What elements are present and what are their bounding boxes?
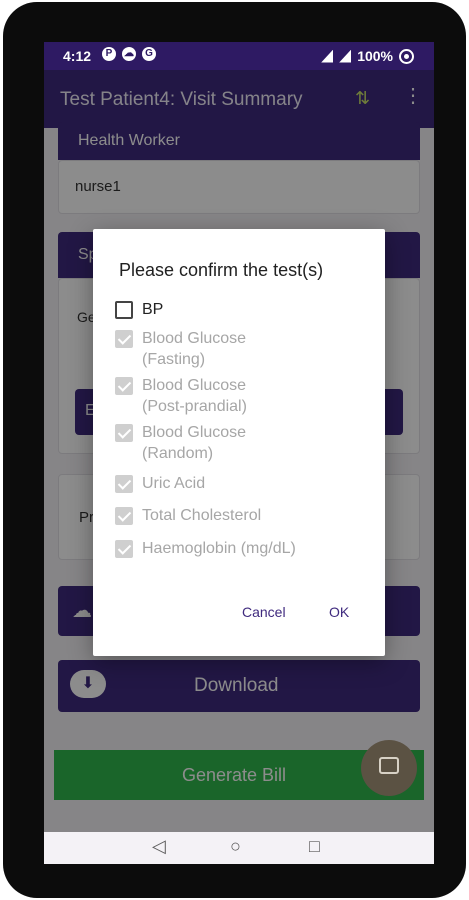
option-blood-glucose-post-prandial: Blood Glucose (Post-prandial) — [115, 375, 247, 417]
back-icon[interactable]: ◁ — [152, 836, 166, 857]
option-bp[interactable]: BP — [115, 299, 163, 320]
option-total-cholesterol: Total Cholesterol — [115, 505, 261, 526]
option-label: Haemoglobin (mg/dL) — [142, 540, 296, 557]
option-blood-glucose-fasting: Blood Glucose (Fasting) — [115, 328, 246, 370]
checkbox — [115, 475, 133, 493]
option-label: Blood Glucose (Post-prandial) — [142, 377, 247, 415]
status-right: 100% — [321, 48, 414, 64]
confirm-tests-dialog: Please confirm the test(s) BP Blood Gluc… — [93, 229, 385, 656]
status-time: 4:12 — [63, 48, 92, 64]
checkbox — [115, 377, 133, 395]
option-label: BP — [142, 301, 164, 318]
option-label: Total Cholesterol — [142, 507, 262, 524]
cloud-icon: ☁ — [122, 47, 136, 61]
checkbox[interactable] — [115, 301, 133, 319]
ok-button[interactable]: OK — [329, 604, 349, 620]
checkbox — [115, 424, 133, 442]
option-blood-glucose-random: Blood Glucose (Random) — [115, 422, 246, 464]
notification-icons: P ☁ G — [102, 47, 156, 61]
google-icon: G — [142, 47, 156, 61]
option-label: Blood Glucose (Fasting) — [142, 330, 247, 368]
status-bar: 4:12 P ☁ G 100% — [44, 42, 434, 70]
checkbox — [115, 330, 133, 348]
battery-icon — [399, 48, 414, 64]
recents-icon[interactable]: □ — [309, 836, 320, 857]
checkbox — [115, 540, 133, 558]
signal-icon — [321, 49, 334, 63]
cancel-button[interactable]: Cancel — [242, 604, 286, 620]
option-label: Blood Glucose (Random) — [142, 424, 247, 462]
option-label: Uric Acid — [142, 475, 206, 492]
option-uric-acid: Uric Acid — [115, 473, 205, 494]
screen: 4:12 P ☁ G 100% Test Patient4: Visit Sum… — [44, 42, 434, 864]
notification-icon: P — [102, 47, 116, 61]
option-haemoglobin: Haemoglobin (mg/dL) — [115, 538, 296, 559]
system-nav-bar: ◁ ○ □ — [44, 832, 434, 864]
chat-icon — [379, 757, 399, 774]
home-icon[interactable]: ○ — [230, 836, 241, 857]
phone-frame: 4:12 P ☁ G 100% Test Patient4: Visit Sum… — [3, 2, 466, 898]
dialog-title: Please confirm the test(s) — [119, 260, 324, 280]
checkbox — [115, 507, 133, 525]
chat-fab[interactable] — [361, 740, 417, 796]
battery-text: 100% — [357, 48, 393, 64]
signal-icon-2 — [339, 49, 352, 63]
